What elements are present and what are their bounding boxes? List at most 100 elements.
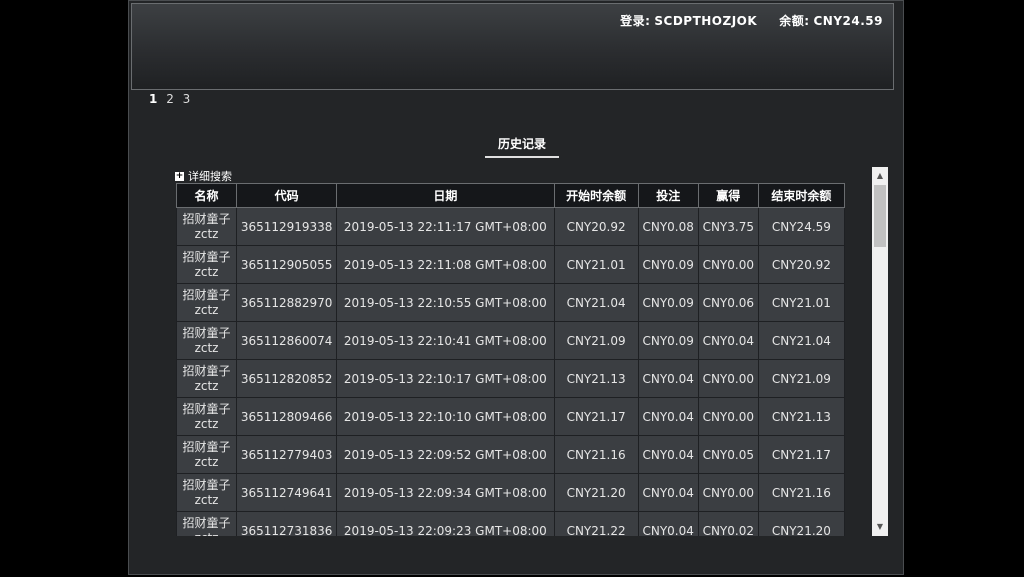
table-row[interactable]: 招财童子 zctz 365112860074 2019-05-13 22:10:4… — [175, 321, 846, 360]
cell-name: 招财童子zctz — [175, 435, 238, 474]
cell-end-balance: CNY24.59 — [757, 207, 846, 246]
table-row[interactable]: 招财童子 zctz 365112779403 2019-05-13 22:09:5… — [175, 435, 846, 474]
col-header-code: 代码 — [236, 183, 338, 208]
cell-start-balance: CNY21.20 — [553, 473, 639, 512]
cell-name: 招财童子zctz — [175, 207, 238, 246]
cell-date: 2019-05-13 22:11:17 GMT+08:00 — [336, 207, 555, 246]
app-frame: 登录: SCDPTHOZJOK 余额: CNY24.59 1 2 3 历史记录 + 详… — [128, 0, 904, 575]
table-row[interactable]: 招财童子 zctz 365112820852 2019-05-13 22:10:1… — [175, 359, 846, 398]
cell-start-balance: CNY21.04 — [553, 283, 639, 322]
cell-code: 365112860074 — [236, 321, 338, 360]
user-info: 登录: SCDPTHOZJOK 余额: CNY24.59 — [616, 12, 883, 29]
cell-start-balance: CNY21.16 — [553, 435, 639, 474]
cell-end-balance: CNY21.01 — [757, 283, 846, 322]
page-link-2[interactable]: 2 — [166, 92, 174, 106]
cell-bet: CNY0.04 — [637, 511, 699, 536]
cell-bet: CNY0.04 — [637, 359, 699, 398]
page-link-1[interactable]: 1 — [149, 92, 157, 106]
cell-name: 招财童子zctz — [175, 359, 238, 398]
cell-code: 365112905055 — [236, 245, 338, 284]
cell-bet: CNY0.04 — [637, 473, 699, 512]
table-row[interactable]: 招财童子 zctz 365112919338 2019-05-13 22:11:1… — [175, 207, 846, 246]
login-label: 登录: — [620, 14, 651, 28]
table-row[interactable]: 招财童子 zctz 365112809466 2019-05-13 22:10:1… — [175, 397, 846, 436]
cell-code: 365112809466 — [236, 397, 338, 436]
cell-bet: CNY0.09 — [637, 283, 699, 322]
cell-date: 2019-05-13 22:10:10 GMT+08:00 — [336, 397, 555, 436]
history-table: 名称 代码 日期 开始时余额 投注 赢得 结束时余额 招财童子 zctz 3651… — [175, 183, 846, 536]
login-value: SCDPTHOZJOK — [654, 14, 758, 28]
cell-win: CNY0.04 — [697, 321, 759, 360]
cell-date: 2019-05-13 22:09:34 GMT+08:00 — [336, 473, 555, 512]
cell-name: 招财童子zctz — [175, 473, 238, 512]
cell-date: 2019-05-13 22:11:08 GMT+08:00 — [336, 245, 555, 284]
cell-start-balance: CNY21.17 — [553, 397, 639, 436]
table-row[interactable]: 招财童子 zctz 365112749641 2019-05-13 22:09:3… — [175, 473, 846, 512]
cell-name: 招财童子zctz — [175, 397, 238, 436]
cell-bet: CNY0.04 — [637, 397, 699, 436]
cell-win: CNY0.05 — [697, 435, 759, 474]
col-header-bet: 投注 — [637, 183, 699, 208]
cell-bet: CNY0.09 — [637, 245, 699, 284]
scroll-up-arrow-icon[interactable]: ▲ — [872, 169, 888, 183]
cell-date: 2019-05-13 22:10:17 GMT+08:00 — [336, 359, 555, 398]
cell-name: 招财童子zctz — [175, 245, 238, 284]
col-header-start-balance: 开始时余额 — [553, 183, 639, 208]
table-header-row: 名称 代码 日期 开始时余额 投注 赢得 结束时余额 — [175, 183, 846, 208]
cell-end-balance: CNY20.92 — [757, 245, 846, 284]
col-header-end-balance: 结束时余额 — [757, 183, 846, 208]
cell-name: 招财童子zctz — [175, 511, 238, 536]
detail-search-toggle[interactable]: + 详细搜索 — [175, 168, 232, 184]
balance-label: 余额: — [779, 14, 810, 28]
cell-start-balance: CNY21.22 — [553, 511, 639, 536]
cell-win: CNY0.00 — [697, 359, 759, 398]
cell-win: CNY0.00 — [697, 473, 759, 512]
cell-date: 2019-05-13 22:09:52 GMT+08:00 — [336, 435, 555, 474]
pagination: 1 2 3 — [149, 92, 195, 106]
cell-date: 2019-05-13 22:10:41 GMT+08:00 — [336, 321, 555, 360]
cell-end-balance: CNY21.16 — [757, 473, 846, 512]
cell-bet: CNY0.09 — [637, 321, 699, 360]
cell-end-balance: CNY21.17 — [757, 435, 846, 474]
cell-name: 招财童子zctz — [175, 283, 238, 322]
cell-end-balance: CNY21.04 — [757, 321, 846, 360]
table-row[interactable]: 招财童子 zctz 365112882970 2019-05-13 22:10:5… — [175, 283, 846, 322]
col-header-date: 日期 — [336, 183, 555, 208]
cell-win: CNY3.75 — [697, 207, 759, 246]
cell-code: 365112779403 — [236, 435, 338, 474]
cell-code: 365112820852 — [236, 359, 338, 398]
cell-date: 2019-05-13 22:09:23 GMT+08:00 — [336, 511, 555, 536]
cell-win: CNY0.00 — [697, 245, 759, 284]
cell-end-balance: CNY21.20 — [757, 511, 846, 536]
col-header-win: 赢得 — [697, 183, 759, 208]
cell-name: 招财童子zctz — [175, 321, 238, 360]
detail-search-label: 详细搜索 — [188, 170, 232, 183]
cell-start-balance: CNY21.01 — [553, 245, 639, 284]
cell-code: 365112731836 — [236, 511, 338, 536]
cell-start-balance: CNY20.92 — [553, 207, 639, 246]
cell-bet: CNY0.08 — [637, 207, 699, 246]
history-panel: + 详细搜索 名称 代码 日期 开始时余额 投注 赢得 结束时余额 招财童子 z… — [173, 166, 888, 536]
page-link-3[interactable]: 3 — [183, 92, 191, 106]
scroll-down-arrow-icon[interactable]: ▼ — [872, 520, 888, 534]
cell-end-balance: CNY21.13 — [757, 397, 846, 436]
plus-icon: + — [175, 170, 184, 181]
section-title: 历史记录 — [485, 135, 559, 158]
table-row[interactable]: 招财童子zctz 365112731836 2019-05-13 22:09:2… — [175, 511, 846, 536]
cell-code: 365112919338 — [236, 207, 338, 246]
cell-win: CNY0.02 — [697, 511, 759, 536]
table-row[interactable]: 招财童子 zctz 365112905055 2019-05-13 22:11:0… — [175, 245, 846, 284]
col-header-name: 名称 — [175, 183, 238, 208]
cell-date: 2019-05-13 22:10:55 GMT+08:00 — [336, 283, 555, 322]
cell-win: CNY0.00 — [697, 397, 759, 436]
cell-start-balance: CNY21.09 — [553, 321, 639, 360]
table-scrollbar[interactable]: ▲ ▼ — [872, 167, 888, 536]
cell-bet: CNY0.04 — [637, 435, 699, 474]
cell-code: 365112749641 — [236, 473, 338, 512]
balance-value: CNY24.59 — [813, 14, 883, 28]
cell-end-balance: CNY21.09 — [757, 359, 846, 398]
header-bar: 登录: SCDPTHOZJOK 余额: CNY24.59 — [131, 3, 894, 90]
cell-start-balance: CNY21.13 — [553, 359, 639, 398]
scrollbar-thumb[interactable] — [874, 185, 886, 247]
cell-win: CNY0.06 — [697, 283, 759, 322]
